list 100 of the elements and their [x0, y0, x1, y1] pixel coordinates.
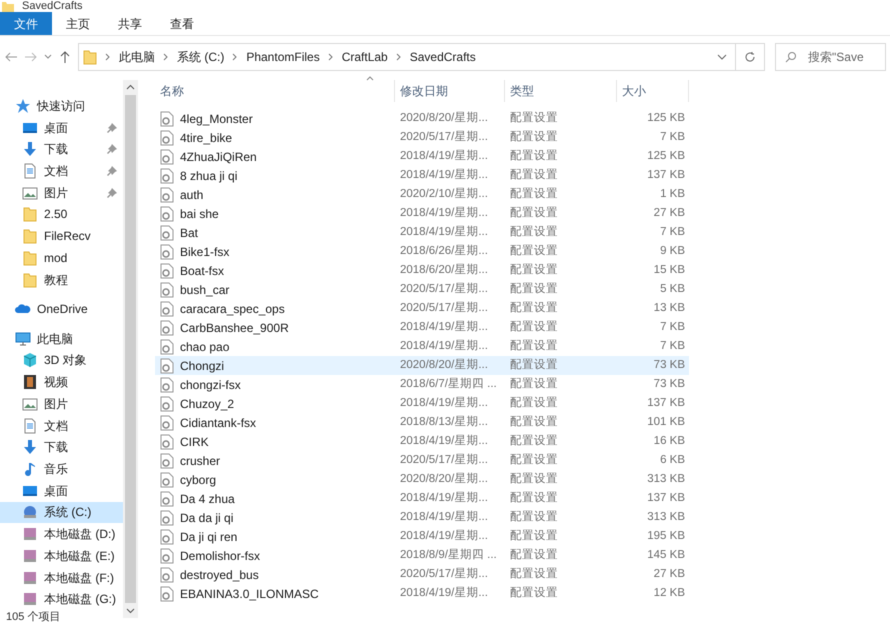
chevron-right-icon[interactable] [163, 53, 169, 61]
nav-item[interactable]: 教程 [0, 268, 123, 290]
file-name: Da da ji qi [180, 510, 234, 526]
nav-item[interactable]: 本地磁盘 (F:) [0, 566, 123, 588]
file-row[interactable]: Chongzi 2020/8/20/星期... 配置设置 73 KB [155, 356, 689, 375]
nav-item[interactable]: 3D 对象 [0, 350, 123, 372]
file-row[interactable]: destroyed_bus 2020/5/17/星期... 配置设置 27 KB [155, 565, 689, 584]
size-cell-text: 137 KB [646, 168, 686, 183]
column-header[interactable]: 修改日期 [395, 80, 505, 102]
type-cell-text: 配置设置 [509, 262, 559, 278]
chevron-right-icon[interactable] [396, 53, 402, 61]
chevron-right-icon[interactable] [232, 53, 238, 61]
nav-item[interactable]: 下载 [0, 138, 123, 160]
picture-icon [22, 396, 38, 412]
config-file-icon [160, 224, 174, 240]
file-row[interactable]: crusher 2020/5/17/星期... 配置设置 6 KB [155, 451, 689, 470]
file-name: crusher [180, 452, 220, 470]
breadcrumb-item[interactable]: CraftLab [342, 48, 388, 66]
file-row[interactable]: caracara_spec_ops 2020/5/17/星期... 配置设置 13 KB [155, 299, 689, 318]
scroll-up-icon[interactable] [126, 83, 135, 92]
nav-item[interactable]: 图片 [0, 182, 123, 204]
nav-item[interactable]: 本地磁盘 (G:) [0, 588, 123, 610]
file-row[interactable]: 4ZhuaJiQiRen 2018/4/19/星期... 配置设置 125 KB [155, 147, 689, 166]
file-row[interactable]: bai she 2018/4/19/星期... 配置设置 27 KB [155, 204, 689, 223]
date-cell-text: 2018/6/26/星期... [399, 244, 489, 259]
breadcrumb-item[interactable]: 此电脑 [119, 48, 155, 66]
nav-item[interactable]: FileRecv [0, 225, 123, 248]
up-arrow-icon[interactable] [58, 50, 72, 64]
refresh-button[interactable] [735, 43, 765, 71]
nav-item[interactable]: 本地磁盘 (E:) [0, 544, 123, 567]
column-header[interactable]: 类型 [505, 80, 617, 102]
file-name: auth [180, 186, 204, 204]
scroll-down-icon[interactable] [126, 606, 135, 615]
breadcrumb-item[interactable]: 系统 (C:) [177, 48, 224, 66]
nav-item[interactable]: 文档 [0, 160, 123, 182]
nav-item[interactable]: 2.50 [0, 204, 123, 226]
file-row[interactable]: bush_car 2020/5/17/星期... 配置设置 5 KB [155, 280, 689, 299]
nav-item[interactable]: 下载 [0, 436, 123, 458]
music-note-icon [22, 460, 38, 477]
chevron-right-icon[interactable] [105, 53, 111, 61]
nav-item[interactable]: mod [0, 247, 123, 269]
file-name: destroyed_bus [180, 566, 259, 584]
file-row[interactable]: chao pao 2018/4/19/星期... 配置设置 7 KB [155, 337, 689, 356]
nav-item[interactable]: 快速访问 [0, 95, 123, 117]
search-icon [785, 51, 797, 63]
nav-item[interactable]: 桌面 [0, 480, 123, 502]
nav-item[interactable]: 本地磁盘 (D:) [0, 523, 123, 545]
file-row[interactable]: Da ji qi ren 2018/4/19/星期... 配置设置 195 KB [155, 527, 689, 546]
file-row[interactable]: cyborg 2020/8/20/星期... 配置设置 313 KB [155, 470, 689, 489]
breadcrumb-item[interactable]: SavedCrafts [410, 48, 476, 66]
size-cell-text: 15 KB [652, 262, 686, 278]
file-row[interactable]: Bat 2018/4/19/星期... 配置设置 7 KB [155, 223, 689, 242]
date-cell-text: 2018/4/19/星期... [399, 148, 489, 164]
column-header[interactable]: 大小 [617, 80, 689, 102]
nav-item[interactable]: 此电脑 [0, 328, 123, 350]
column-header[interactable]: 名称 [155, 80, 395, 102]
file-row[interactable]: Da da ji qi 2018/4/19/星期... 配置设置 313 KB [155, 508, 689, 527]
file-row[interactable]: Chuzoy_2 2018/4/19/星期... 配置设置 137 KB [155, 394, 689, 413]
file-row[interactable]: 8 zhua ji qi 2018/4/19/星期... 配置设置 137 KB [155, 166, 689, 185]
ribbon-tab[interactable]: 文件 [0, 12, 52, 35]
file-row[interactable]: chongzi-fsx 2018/6/7/星期四 ... 配置设置 73 KB [155, 375, 689, 394]
search-field[interactable]: 搜索"Save [775, 43, 886, 71]
back-arrow-icon[interactable] [4, 50, 18, 64]
nav-item[interactable]: 系统 (C:) [0, 502, 123, 524]
ribbon-tab[interactable]: 主页 [52, 12, 104, 35]
ribbon-tab[interactable]: 共享 [104, 12, 156, 35]
file-row[interactable]: auth 2020/2/10/星期... 配置设置 1 KB [155, 185, 689, 204]
file-row[interactable]: Bike1-fsx 2018/6/26/星期... 配置设置 9 KB [155, 242, 689, 261]
breadcrumb-item[interactable]: PhantomFiles [246, 48, 320, 66]
refresh-icon [744, 51, 756, 63]
nav-item[interactable]: 视频 [0, 371, 123, 393]
nav-item[interactable]: 文档 [0, 414, 123, 436]
file-row[interactable]: CarbBanshee_900R 2018/4/19/星期... 配置设置 7 KB [155, 318, 689, 337]
file-row[interactable]: Cidiantank-fsx 2018/8/13/星期... 配置设置 101 KB [155, 413, 689, 432]
type-cell-text: 配置设置 [509, 434, 559, 449]
chevron-down-icon[interactable] [717, 53, 727, 61]
nav-item[interactable]: 音乐 [0, 458, 123, 480]
scrollbar[interactable] [123, 80, 138, 618]
chevron-down-icon[interactable] [44, 53, 52, 61]
nav-item[interactable]: OneDrive [0, 298, 123, 320]
file-row[interactable]: 4tire_bike 2020/5/17/星期... 配置设置 7 KB [155, 128, 689, 147]
date-cell-text: 2018/4/19/星期... [399, 338, 489, 354]
file-row[interactable]: CIRK 2018/4/19/星期... 配置设置 16 KB [155, 432, 689, 451]
config-file-icon [160, 130, 174, 146]
address-bar[interactable]: 此电脑 系统 (C:) PhantomFiles CraftLab SavedCrafts [78, 43, 736, 71]
chevron-right-icon[interactable] [328, 53, 334, 61]
file-row[interactable]: 4leg_Monster 2020/8/20/星期... 配置设置 125 KB [155, 109, 689, 128]
nav-item[interactable]: 桌面 [0, 116, 123, 138]
file-row[interactable]: Da 4 zhua 2018/4/19/星期... 配置设置 137 KB [155, 489, 689, 508]
date-cell-text: 2020/8/20/星期... [399, 472, 489, 487]
type-cell-text: 配置设置 [509, 148, 559, 164]
config-file-icon [160, 206, 174, 222]
config-file-icon [160, 566, 174, 582]
ribbon-tab[interactable]: 查看 [156, 12, 208, 35]
size-cell-text: 9 KB [659, 244, 686, 259]
file-row[interactable]: Demolishor-fsx 2018/8/9/星期四 ... 配置设置 145 KB [155, 546, 689, 565]
size-cell-text: 195 KB [646, 528, 686, 544]
file-row[interactable]: Boat-fsx 2018/6/20/星期... 配置设置 15 KB [155, 261, 689, 280]
file-row[interactable]: EBANINA3.0_ILONMASC 2018/4/19/星期... 配置设置 12 KB [155, 584, 689, 603]
nav-item[interactable]: 图片 [0, 392, 123, 415]
